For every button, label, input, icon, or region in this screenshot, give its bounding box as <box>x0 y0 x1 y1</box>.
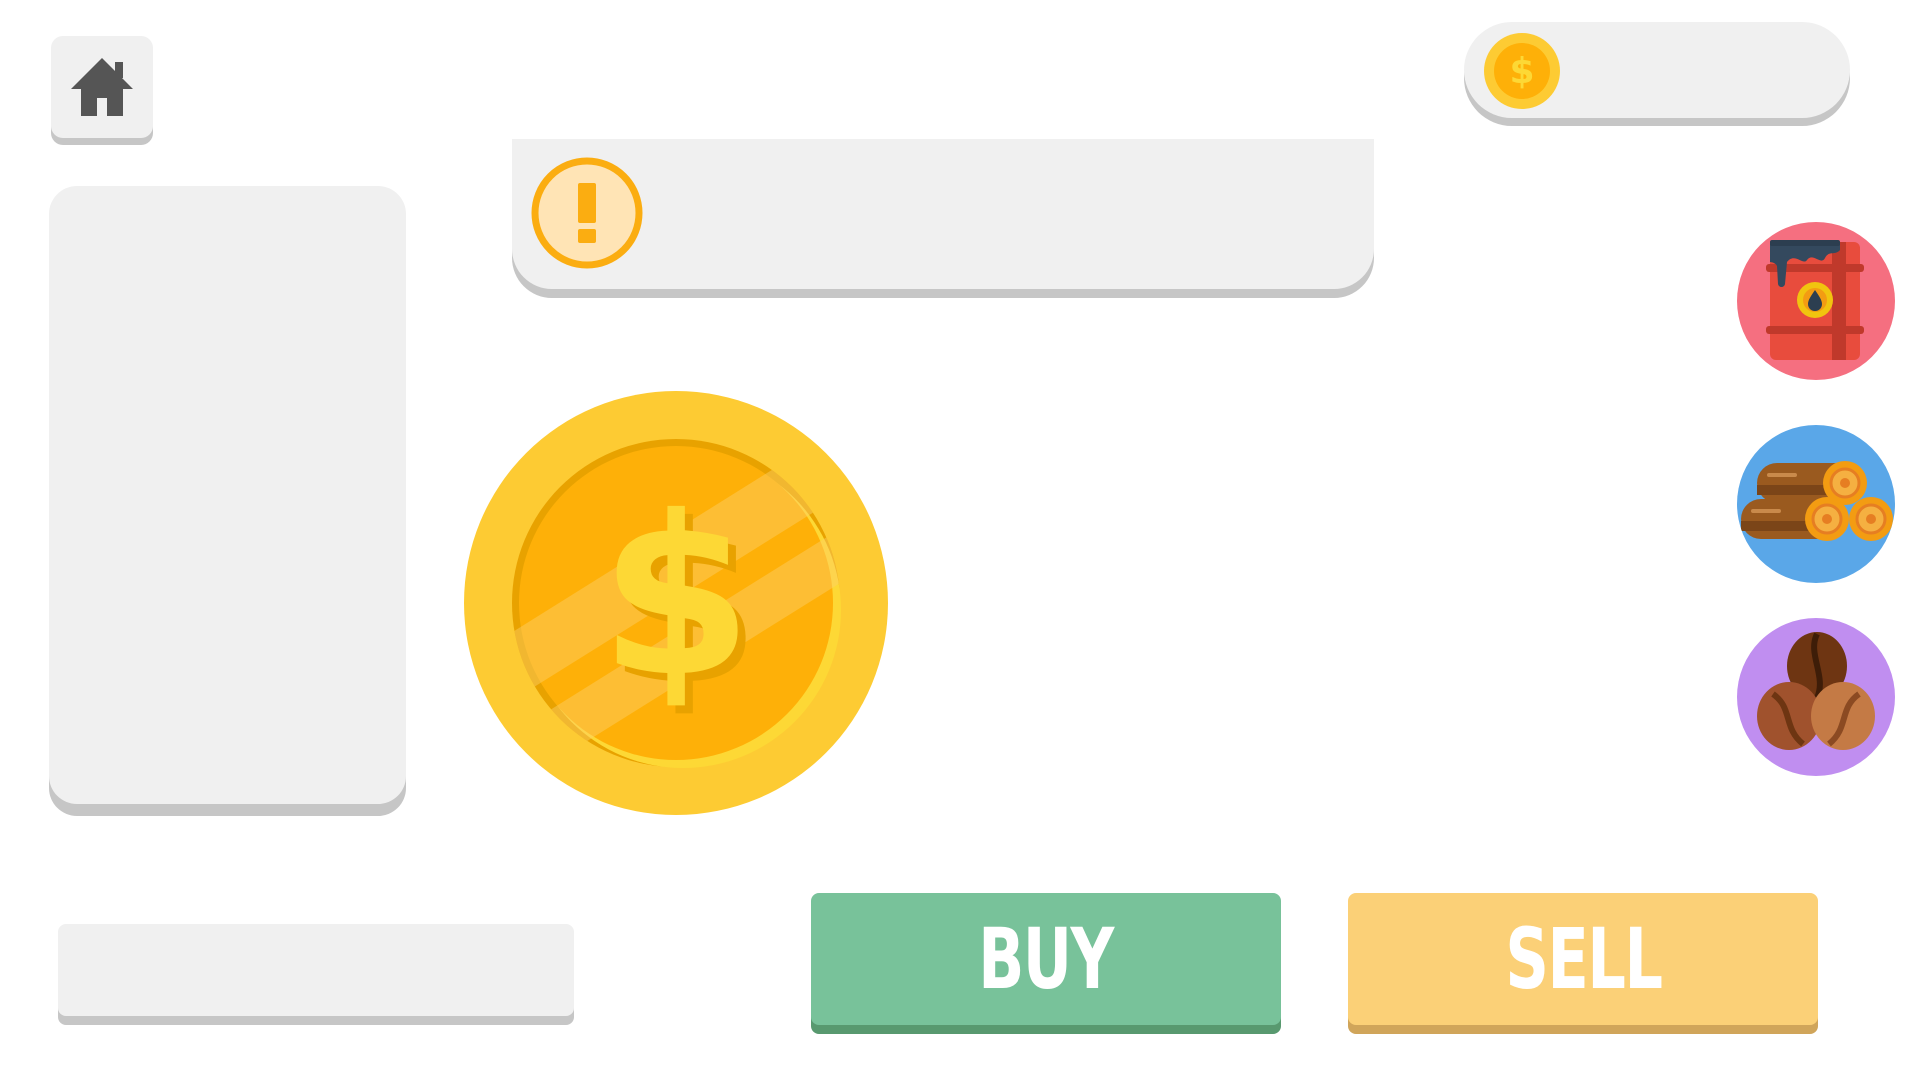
info-panel <box>49 186 406 804</box>
buy-button[interactable]: BUY <box>811 893 1281 1025</box>
coffee-beans-icon <box>1757 632 1875 750</box>
resource-coffee-button[interactable] <box>1737 618 1895 776</box>
dollar-coin-icon: $ <box>1484 33 1560 109</box>
amount-field[interactable] <box>58 924 574 1016</box>
coin-balance-value <box>1582 22 1820 118</box>
resource-wood-button[interactable] <box>1737 425 1895 583</box>
buy-button-label: BUY <box>978 910 1115 1008</box>
message-text <box>672 139 1334 289</box>
game-screen: $ $ $ BUY SELL <box>0 0 1921 1080</box>
coin-balance: $ <box>1464 22 1850 118</box>
sell-button[interactable]: SELL <box>1348 893 1818 1025</box>
svg-text:$: $ <box>599 469 752 725</box>
exclamation-icon <box>531 157 643 269</box>
home-button[interactable] <box>51 36 153 138</box>
message-banner <box>512 139 1374 289</box>
dollar-coin-icon: $ $ <box>464 391 888 815</box>
resource-oil-button[interactable] <box>1737 222 1895 380</box>
svg-text:$: $ <box>1509 51 1534 92</box>
sell-button-label: SELL <box>1504 910 1663 1008</box>
amount-value <box>82 924 550 1016</box>
oil-barrel-icon <box>1766 240 1864 360</box>
wood-logs-icon <box>1741 461 1893 541</box>
home-icon <box>71 58 133 116</box>
